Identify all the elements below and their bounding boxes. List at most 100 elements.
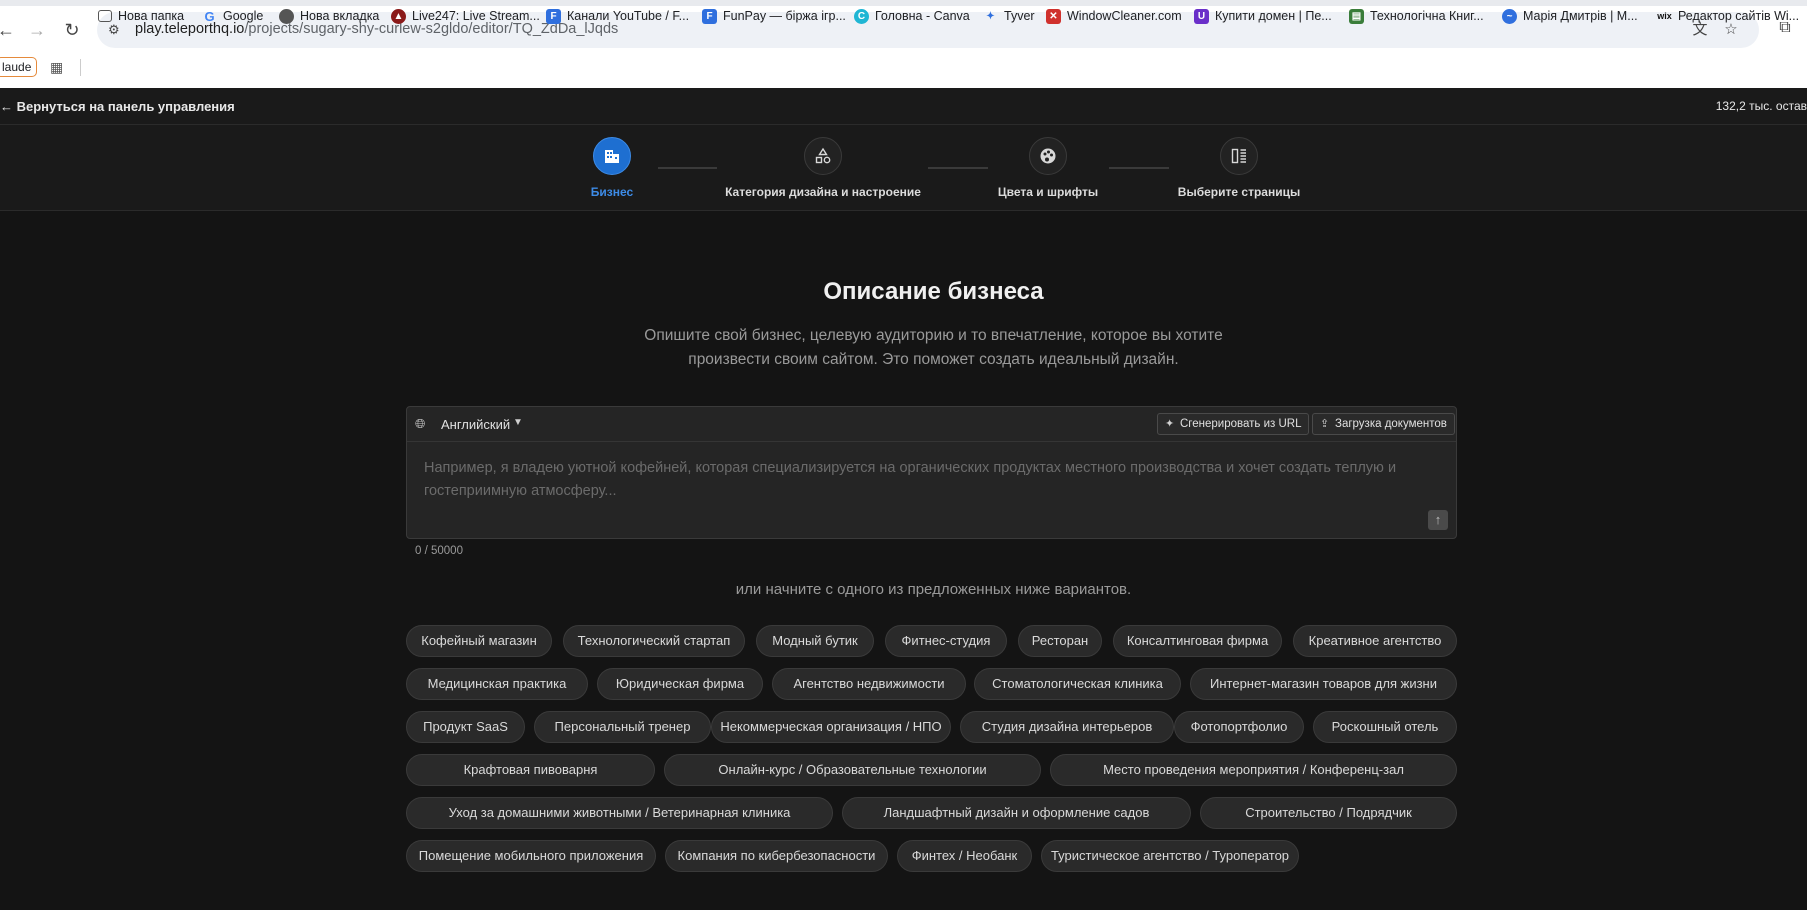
bookmark-label: Google bbox=[223, 9, 264, 23]
bookmark-label: Головна - Canva bbox=[875, 9, 970, 23]
forward-arrow-icon[interactable]: → bbox=[23, 16, 51, 44]
bookmark-separator bbox=[80, 59, 81, 76]
suggestion-chip[interactable]: Роскошный отель bbox=[1313, 711, 1457, 743]
bookmark-label: Канали YouTube / F... bbox=[567, 9, 690, 23]
language-select[interactable]: Английский bbox=[441, 417, 510, 432]
business-description-editor[interactable]: 🌐︎ Английский ▼ ✦ Сгенерировать из URL ⇪ З… bbox=[406, 406, 1457, 539]
bookmark-label: Нова вкладка bbox=[300, 9, 380, 23]
suggestion-chip[interactable]: Стоматологическая клиника bbox=[974, 668, 1181, 700]
bookmark-label: Нова папка bbox=[118, 9, 185, 23]
chrome-icon bbox=[279, 8, 294, 24]
f-icon: F bbox=[546, 8, 561, 24]
browser-chrome: ← → ↻ ⚙ play.teleporthq.io/projects/suga… bbox=[0, 0, 1807, 88]
bookmark-item[interactable]: C Головна - Canva bbox=[854, 5, 970, 27]
credits-remaining: 132,2 тыс. остав bbox=[1715, 99, 1807, 113]
description-textarea[interactable]: Например, я владею уютной кофейней, кото… bbox=[424, 457, 1434, 503]
bookmark-item[interactable]: ✕ WindowCleaner.com bbox=[1046, 5, 1182, 27]
bookmark-item[interactable]: Нова вкладка bbox=[279, 5, 379, 27]
bookmark-label: FunPay — біржа ігр... bbox=[723, 9, 846, 23]
editor-toolbar: 🌐︎ Английский ▼ ✦ Сгенерировать из URL ⇪ З… bbox=[407, 407, 1456, 442]
suggestions-hint: или начните с одного из предложенных ниж… bbox=[735, 581, 1132, 598]
folder-icon bbox=[98, 10, 112, 22]
suggestion-chip[interactable]: Ресторан bbox=[1018, 625, 1102, 657]
generate-from-url-button[interactable]: ✦ Сгенерировать из URL bbox=[1157, 413, 1310, 435]
sparkle-icon: ✦ bbox=[1165, 418, 1175, 430]
bookmark-label: Купити домен | Пе... bbox=[1215, 9, 1332, 23]
suggestion-chip[interactable]: Кофейный магазин bbox=[406, 625, 552, 657]
suggestion-chip[interactable]: Финтех / Необанк bbox=[897, 840, 1032, 872]
bookmark-item[interactable]: Нова папка bbox=[98, 5, 184, 27]
suggestion-chip[interactable]: Медицинская практика bbox=[406, 668, 588, 700]
building-icon bbox=[593, 137, 631, 175]
bookmark-item[interactable]: ▤ Технологічна Книг... bbox=[1349, 5, 1484, 27]
funpay-icon: F bbox=[702, 8, 717, 24]
back-to-dashboard-link[interactable]: ← Вернуться на панель управления bbox=[0, 99, 235, 114]
suggestion-chip[interactable]: Онлайн-курс / Образовательные технологии bbox=[664, 754, 1041, 786]
page-subtitle: Опишите свой бизнес, целевую аудиторию и… bbox=[644, 327, 1223, 368]
bookmark-label: Марія Дмитрів | М... bbox=[1523, 9, 1638, 23]
suggestion-chip[interactable]: Помещение мобильного приложения bbox=[406, 840, 656, 872]
suggestion-chip[interactable]: Агентство недвижимости bbox=[772, 668, 966, 700]
bookmark-item[interactable]: G Google bbox=[202, 5, 263, 27]
bookmark-item[interactable]: F FunPay — біржа ігр... bbox=[702, 5, 846, 27]
suggestion-chip[interactable]: Продукт SaaS bbox=[406, 711, 525, 743]
submit-arrow-icon[interactable]: ↑ bbox=[1428, 510, 1448, 530]
canva-icon: C bbox=[854, 8, 869, 24]
wizard-stepper: Бизнес Категория дизайна и настроение Цв… bbox=[0, 125, 1807, 211]
suggestion-chip[interactable]: Ландшафтный дизайн и оформление садов bbox=[842, 797, 1191, 829]
bookmark-label: Редактор сайтів Wi... bbox=[1678, 9, 1800, 23]
globe-icon: 🌐︎ bbox=[415, 416, 426, 431]
palette-icon bbox=[1029, 137, 1067, 175]
bookmark-label: Live247: Live Stream... bbox=[412, 9, 540, 23]
bookmark-label: Tyver bbox=[1004, 9, 1035, 23]
shapes-icon bbox=[804, 137, 842, 175]
step-label: Выберите страницы bbox=[1177, 185, 1301, 199]
suggestion-chip[interactable]: Технологический стартап bbox=[563, 625, 745, 657]
suggestion-chip[interactable]: Консалтинговая фирма bbox=[1113, 625, 1282, 657]
tyver-icon: ✦ bbox=[986, 10, 995, 22]
suggestion-chip[interactable]: Креативное агентство bbox=[1293, 625, 1457, 657]
suggestion-chip[interactable]: Строительство / Подрядчик bbox=[1200, 797, 1457, 829]
bookmark-item[interactable]: wix Редактор сайтів Wi... bbox=[1657, 5, 1799, 27]
suggestion-chip[interactable]: Фотопортфолио bbox=[1174, 711, 1304, 743]
suggestion-chip[interactable]: Персональный тренер bbox=[534, 711, 711, 743]
suggestion-chip[interactable]: Компания по кибербезопасности bbox=[665, 840, 888, 872]
apps-grid-icon[interactable]: ▦ bbox=[50, 59, 66, 75]
suggestion-chip[interactable]: Уход за домашними животными / Ветеринарн… bbox=[406, 797, 833, 829]
book-icon: ▤ bbox=[1349, 8, 1364, 24]
ua-icon: U bbox=[1194, 8, 1209, 24]
bookmark-label: Технологічна Книг... bbox=[1370, 9, 1484, 23]
bookmark-item[interactable]: ~ Марія Дмитрів | М... bbox=[1502, 5, 1638, 27]
suggestion-chip[interactable]: Фитнес-студия bbox=[885, 625, 1007, 657]
character-counter: 0 / 50000 bbox=[415, 545, 463, 557]
bookmark-claude[interactable]: laude bbox=[0, 57, 38, 77]
back-arrow-icon[interactable]: ← bbox=[0, 16, 20, 44]
suggestion-chip[interactable]: Крафтовая пивоварня bbox=[406, 754, 655, 786]
reload-icon[interactable]: ↻ bbox=[58, 16, 86, 44]
bookmark-item[interactable]: U Купити домен | Пе... bbox=[1194, 5, 1332, 27]
upload-documents-button[interactable]: ⇪ Загрузка документов bbox=[1312, 413, 1455, 435]
windowcleaner-icon: ✕ bbox=[1046, 8, 1061, 24]
suggestion-chip[interactable]: Модный бутик bbox=[756, 625, 874, 657]
suggestion-chip[interactable]: Туристическое агентство / Туроператор bbox=[1041, 840, 1299, 872]
suggestion-chip[interactable]: Некоммерческая организация / НПО bbox=[711, 711, 951, 743]
suggestion-chip[interactable]: Студия дизайна интерьеров bbox=[960, 711, 1174, 743]
suggestion-chip[interactable]: Юридическая фирма bbox=[597, 668, 763, 700]
upload-documents-label: Загрузка документов bbox=[1335, 418, 1447, 430]
app-top-bar: ← Вернуться на панель управления 132,2 т… bbox=[0, 88, 1807, 125]
bookmark-item[interactable]: ✦ Tyver bbox=[983, 5, 1035, 27]
live247-icon: ▲ bbox=[391, 8, 406, 24]
suggestion-chip[interactable]: Интернет-магазин товаров для жизни bbox=[1190, 668, 1457, 700]
caret-down-icon[interactable]: ▼ bbox=[513, 417, 523, 428]
wix-icon: wix bbox=[1657, 10, 1672, 21]
suggestion-chip[interactable]: Место проведения мероприятия / Конференц… bbox=[1050, 754, 1457, 786]
generate-from-url-label: Сгенерировать из URL bbox=[1180, 418, 1302, 430]
bookmark-item[interactable]: F Канали YouTube / F... bbox=[546, 5, 689, 27]
messenger-icon: ~ bbox=[1502, 8, 1517, 24]
google-icon: G bbox=[204, 8, 215, 24]
upload-icon: ⇪ bbox=[1320, 418, 1330, 430]
bookmark-label: WindowCleaner.com bbox=[1067, 9, 1182, 23]
bookmark-item[interactable]: ▲ Live247: Live Stream... bbox=[391, 5, 540, 27]
page-title: Описание бизнеса bbox=[823, 278, 1044, 305]
step-select-pages[interactable]: Выберите страницы bbox=[1099, 137, 1379, 199]
